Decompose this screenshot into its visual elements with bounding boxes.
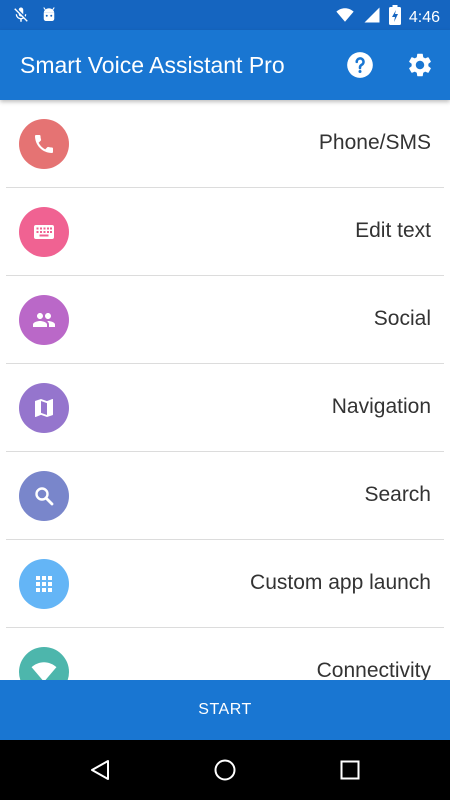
- status-bar: 4:46: [0, 0, 450, 30]
- list-item-search[interactable]: Search: [0, 452, 450, 540]
- keyboard-icon: [19, 207, 69, 257]
- apps-grid-icon: [19, 559, 69, 609]
- battery-charging-icon: [388, 5, 401, 30]
- list-item-label: Connectivity: [316, 659, 431, 680]
- list-item-label: Social: [373, 307, 431, 330]
- settings-icon[interactable]: [406, 51, 434, 79]
- list-item-navigation[interactable]: Navigation: [0, 364, 450, 452]
- list-item-connectivity[interactable]: Connectivity: [0, 628, 450, 680]
- start-button[interactable]: START: [0, 680, 450, 740]
- wifi-icon: [335, 6, 355, 29]
- status-time: 4:46: [408, 8, 440, 26]
- help-icon[interactable]: [346, 51, 374, 79]
- list-item-label: Navigation: [331, 395, 431, 418]
- phone-icon: [19, 119, 69, 169]
- back-icon[interactable]: [88, 758, 112, 782]
- navigation-bar: [0, 740, 450, 800]
- wifi-icon: [19, 647, 69, 680]
- list-item-label: Custom app launch: [250, 571, 431, 594]
- home-icon[interactable]: [213, 758, 237, 782]
- list-item-edit-text[interactable]: Edit text: [0, 188, 450, 276]
- list-item-social[interactable]: Social: [0, 276, 450, 364]
- search-icon: [19, 471, 69, 521]
- category-list: Phone/SMS Edit text Social Navigation Se…: [0, 100, 450, 680]
- app-bar: Smart Voice Assistant Pro: [0, 30, 450, 100]
- list-item-label: Phone/SMS: [318, 131, 431, 154]
- list-item-label: Search: [364, 483, 431, 506]
- list-item-label: Edit text: [355, 219, 431, 242]
- people-icon: [19, 295, 69, 345]
- list-item-phone-sms[interactable]: Phone/SMS: [0, 100, 450, 188]
- list-item-custom-app-launch[interactable]: Custom app launch: [0, 540, 450, 628]
- android-icon: [40, 5, 58, 30]
- map-icon: [19, 383, 69, 433]
- signal-icon: [363, 6, 381, 29]
- app-title: Smart Voice Assistant Pro: [20, 52, 285, 78]
- mic-off-icon: [12, 5, 30, 30]
- recent-apps-icon[interactable]: [338, 758, 362, 782]
